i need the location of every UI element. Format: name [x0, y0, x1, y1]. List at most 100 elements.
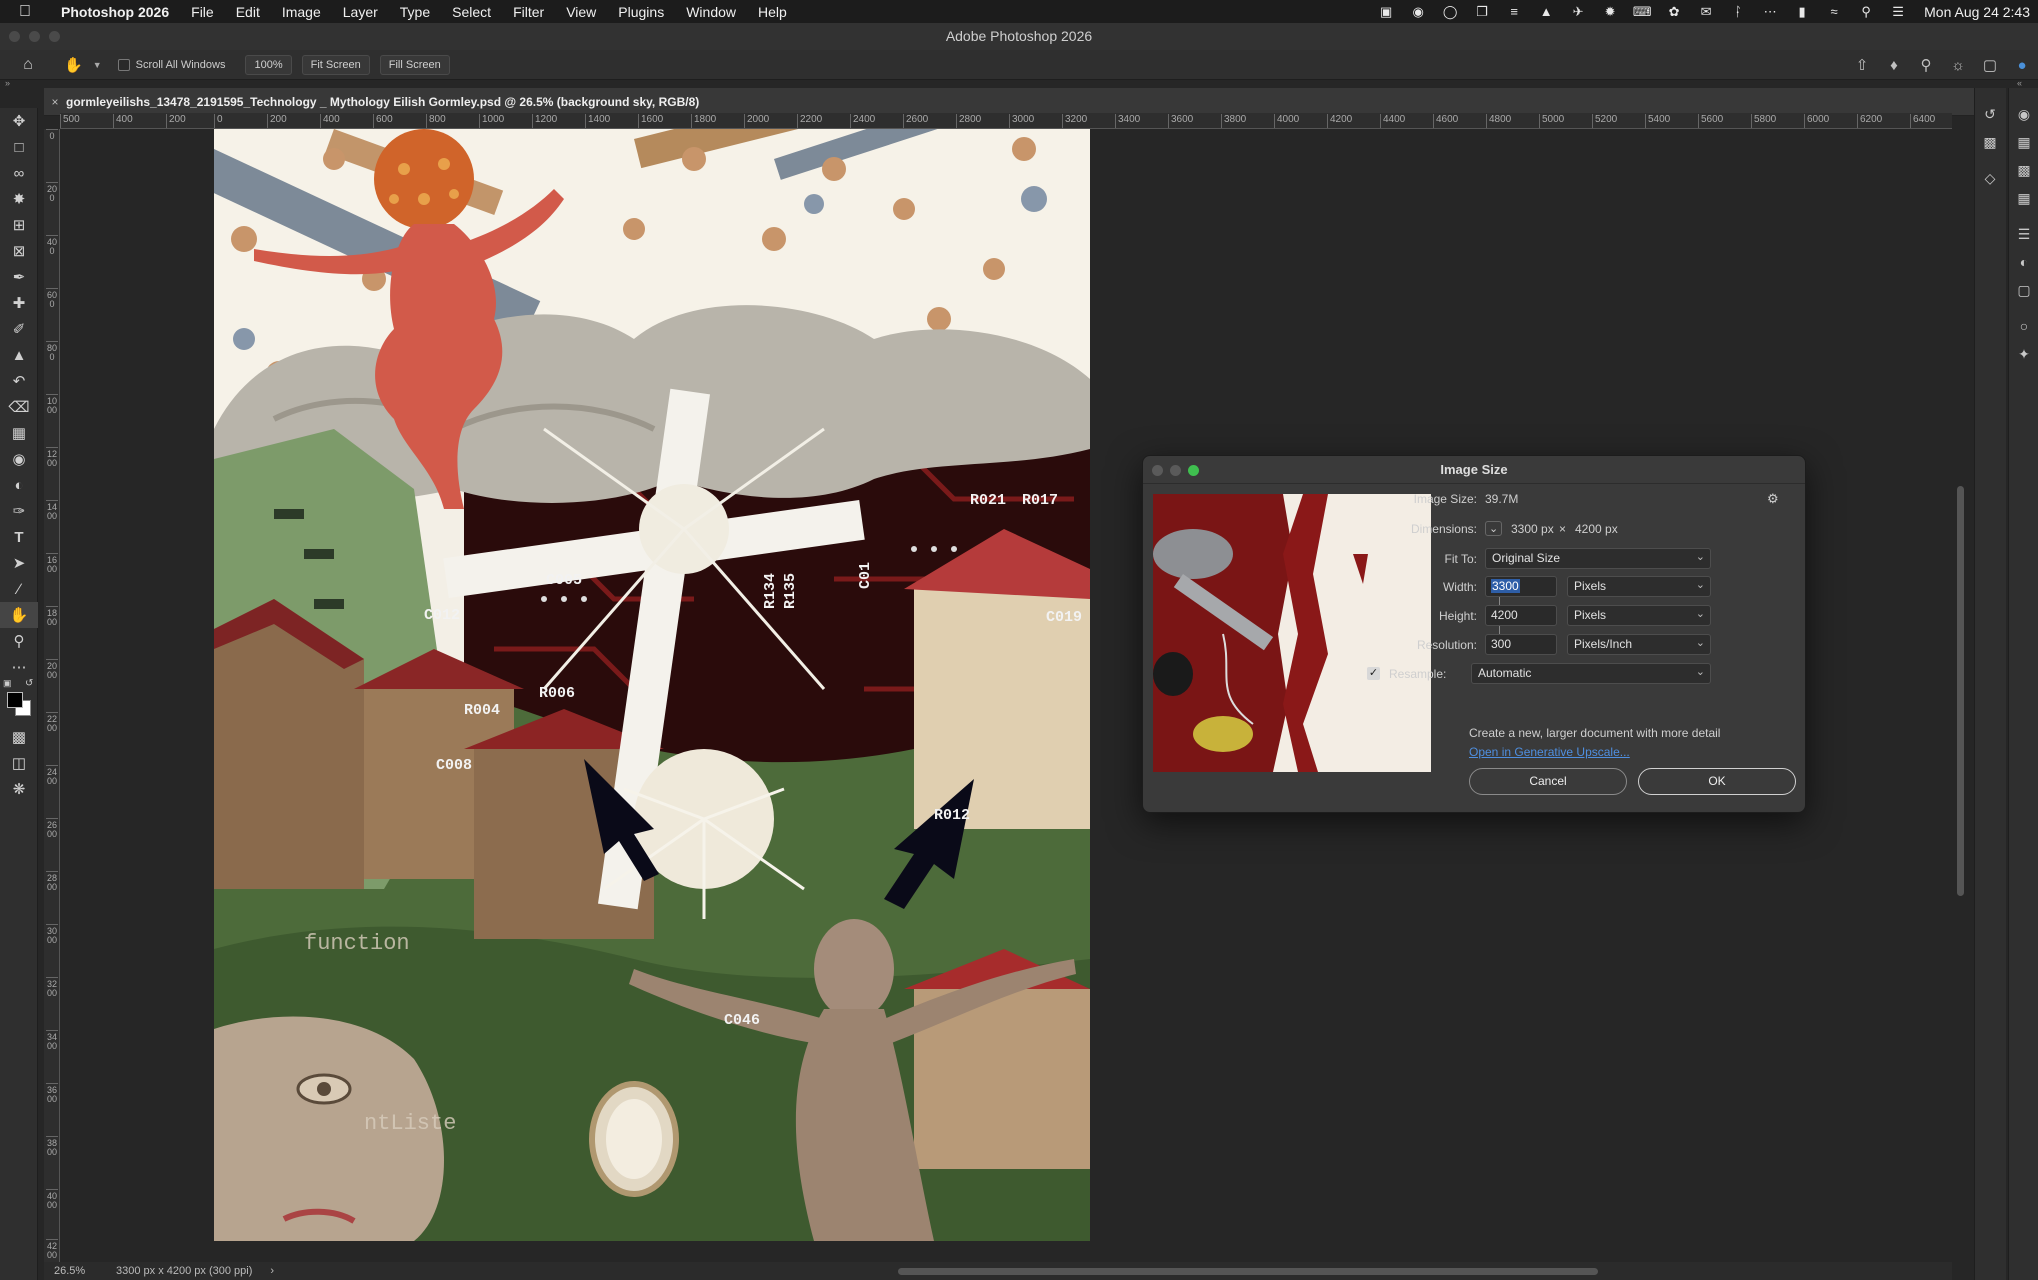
- workspace-icon[interactable]: ▢: [1974, 56, 2006, 74]
- move-tool-icon[interactable]: ✥: [0, 108, 38, 134]
- window-minimize-button[interactable]: [29, 31, 40, 42]
- channels-panel-icon[interactable]: ○: [2009, 312, 2038, 340]
- dodge-tool-icon[interactable]: ◐: [0, 472, 38, 498]
- ok-button[interactable]: OK: [1638, 768, 1796, 795]
- dialog-zoom-button[interactable]: [1188, 465, 1199, 476]
- blur-tool-icon[interactable]: ◉: [0, 446, 38, 472]
- menu-app-name[interactable]: Photoshop 2026: [50, 4, 180, 20]
- menu-select[interactable]: Select: [441, 4, 502, 20]
- status-window-icon[interactable]: ❐: [1466, 0, 1498, 23]
- zoom-tool-icon[interactable]: ⚲: [0, 628, 38, 654]
- bluetooth-icon[interactable]: ᛛ: [1722, 0, 1754, 23]
- path-selection-tool-icon[interactable]: ➤: [0, 550, 38, 576]
- vertical-scrollbar[interactable]: [1957, 486, 1964, 896]
- resample-checkbox[interactable]: ✓: [1367, 667, 1380, 680]
- close-tab-icon[interactable]: ×: [44, 95, 66, 109]
- libraries-panel-icon[interactable]: ▢: [2009, 276, 2038, 304]
- menubar-clock[interactable]: Mon Aug 24 2:43: [1914, 4, 2038, 20]
- fit-screen-button[interactable]: Fit Screen: [301, 54, 370, 75]
- status-a-icon[interactable]: ▲: [1530, 0, 1562, 23]
- history-brush-tool-icon[interactable]: ↶: [0, 368, 38, 394]
- generative-upscale-link[interactable]: Open in Generative Upscale...: [1469, 745, 1799, 759]
- menu-image[interactable]: Image: [271, 4, 332, 20]
- menu-filter[interactable]: Filter: [502, 4, 555, 20]
- gear-icon[interactable]: ⚙: [1767, 491, 1779, 507]
- paths-panel-icon[interactable]: ✦: [2009, 340, 2038, 368]
- home-icon[interactable]: ⌂: [12, 56, 44, 74]
- menu-view[interactable]: View: [555, 4, 607, 20]
- resolution-input[interactable]: 300: [1485, 634, 1557, 655]
- status-leaf-icon[interactable]: ✿: [1658, 0, 1690, 23]
- dialog-minimize-button[interactable]: [1170, 465, 1181, 476]
- status-dots-icon[interactable]: ⋯: [1754, 0, 1786, 23]
- history-panel-icon[interactable]: ↺: [1975, 100, 2005, 128]
- type-tool-icon[interactable]: T: [0, 524, 38, 550]
- eraser-tool-icon[interactable]: ⌫: [0, 394, 38, 420]
- cancel-button[interactable]: Cancel: [1469, 768, 1627, 795]
- height-input[interactable]: 4200: [1485, 605, 1557, 626]
- comments-panel-icon[interactable]: ▩: [1975, 128, 2005, 156]
- resolution-unit-select[interactable]: Pixels/Inch ⌄: [1567, 634, 1711, 655]
- status-keyboard-icon[interactable]: ⌨: [1626, 0, 1658, 23]
- frame-tool-icon[interactable]: ⊠: [0, 238, 38, 264]
- menu-edit[interactable]: Edit: [225, 4, 271, 20]
- dialog-titlebar[interactable]: Image Size: [1143, 456, 1805, 484]
- status-zoom[interactable]: 26.5%: [54, 1265, 106, 1277]
- expand-panels-icon[interactable]: «: [2017, 78, 2022, 88]
- width-input[interactable]: 3300: [1485, 576, 1557, 597]
- healing-brush-tool-icon[interactable]: ✚: [0, 290, 38, 316]
- brush-tool-icon[interactable]: ✐: [0, 316, 38, 342]
- status-plane-icon[interactable]: ✈: [1562, 0, 1594, 23]
- hand-tool-icon[interactable]: ✋: [0, 602, 38, 628]
- apple-icon[interactable]: : [0, 3, 50, 21]
- menu-type[interactable]: Type: [389, 4, 441, 20]
- swap-colors-icon[interactable]: ↺: [25, 678, 33, 689]
- document-artwork[interactable]: C005 R021 R017 C019 R004 R006 C008 R012 …: [214, 129, 1090, 1241]
- quick-mask-icon[interactable]: ▩: [0, 724, 38, 750]
- scroll-all-windows-checkbox[interactable]: Scroll All Windows: [117, 58, 225, 71]
- color-swatches[interactable]: ↺ ▣: [0, 678, 38, 724]
- zoom-100-button[interactable]: 100%: [245, 54, 292, 75]
- status-layers-icon[interactable]: ≡: [1498, 0, 1530, 23]
- patterns-panel-icon[interactable]: ▦: [2009, 184, 2038, 212]
- more-tools-icon[interactable]: ⋯: [0, 654, 38, 680]
- status-expand-arrow[interactable]: ›: [270, 1265, 274, 1277]
- notifications-bell-icon[interactable]: ♦: [1878, 57, 1910, 74]
- chevron-down-icon[interactable]: ▼: [93, 60, 102, 70]
- swatches-panel-icon[interactable]: ▦: [2009, 128, 2038, 156]
- foreground-color-swatch[interactable]: [7, 692, 23, 708]
- status-doc-info[interactable]: 3300 px x 4200 px (300 ppi): [116, 1265, 252, 1277]
- menu-help[interactable]: Help: [747, 4, 798, 20]
- clone-stamp-tool-icon[interactable]: ▲: [0, 342, 38, 368]
- battery-icon[interactable]: ▮: [1786, 0, 1818, 23]
- window-zoom-button[interactable]: [49, 31, 60, 42]
- checkbox-box[interactable]: [117, 58, 130, 71]
- horizontal-ruler[interactable]: 500 400 200 0 200 400 600 800 1000 1200 …: [60, 113, 1952, 129]
- status-sun-icon[interactable]: ✹: [1594, 0, 1626, 23]
- expand-toolbar-icon[interactable]: »: [5, 78, 10, 88]
- wifi-icon[interactable]: ≈: [1818, 0, 1850, 23]
- properties-panel-icon[interactable]: ☰: [2009, 220, 2038, 248]
- line-tool-icon[interactable]: ∕: [0, 576, 38, 602]
- status-creative-cloud-icon[interactable]: ◯: [1434, 0, 1466, 23]
- crop-tool-icon[interactable]: ⊞: [0, 212, 38, 238]
- magic-wand-tool-icon[interactable]: ✸: [0, 186, 38, 212]
- adjustments-panel-icon[interactable]: ◐: [2009, 248, 2038, 276]
- discover-lightbulb-icon[interactable]: ☼: [1942, 57, 1974, 74]
- fill-screen-button[interactable]: Fill Screen: [379, 54, 450, 75]
- fit-to-select[interactable]: Original Size ⌄: [1485, 548, 1711, 569]
- status-app-icon-2[interactable]: ◉: [1402, 0, 1434, 23]
- pen-tool-icon[interactable]: ✑: [0, 498, 38, 524]
- chevron-down-icon[interactable]: ⌄: [1485, 521, 1503, 536]
- layers-panel-icon[interactable]: ◇: [1975, 164, 2005, 192]
- gradient-tool-icon[interactable]: ▦: [0, 420, 38, 446]
- default-colors-icon[interactable]: ▣: [3, 678, 12, 689]
- control-center-icon[interactable]: ☰: [1882, 0, 1914, 23]
- color-panel-icon[interactable]: ◉: [2009, 100, 2038, 128]
- menu-file[interactable]: File: [180, 4, 225, 20]
- dialog-close-button[interactable]: [1152, 465, 1163, 476]
- screen-mode-icon[interactable]: ◫: [0, 750, 38, 776]
- eyedropper-tool-icon[interactable]: ✒: [0, 264, 38, 290]
- menu-layer[interactable]: Layer: [332, 4, 389, 20]
- marquee-tool-icon[interactable]: □: [0, 134, 38, 160]
